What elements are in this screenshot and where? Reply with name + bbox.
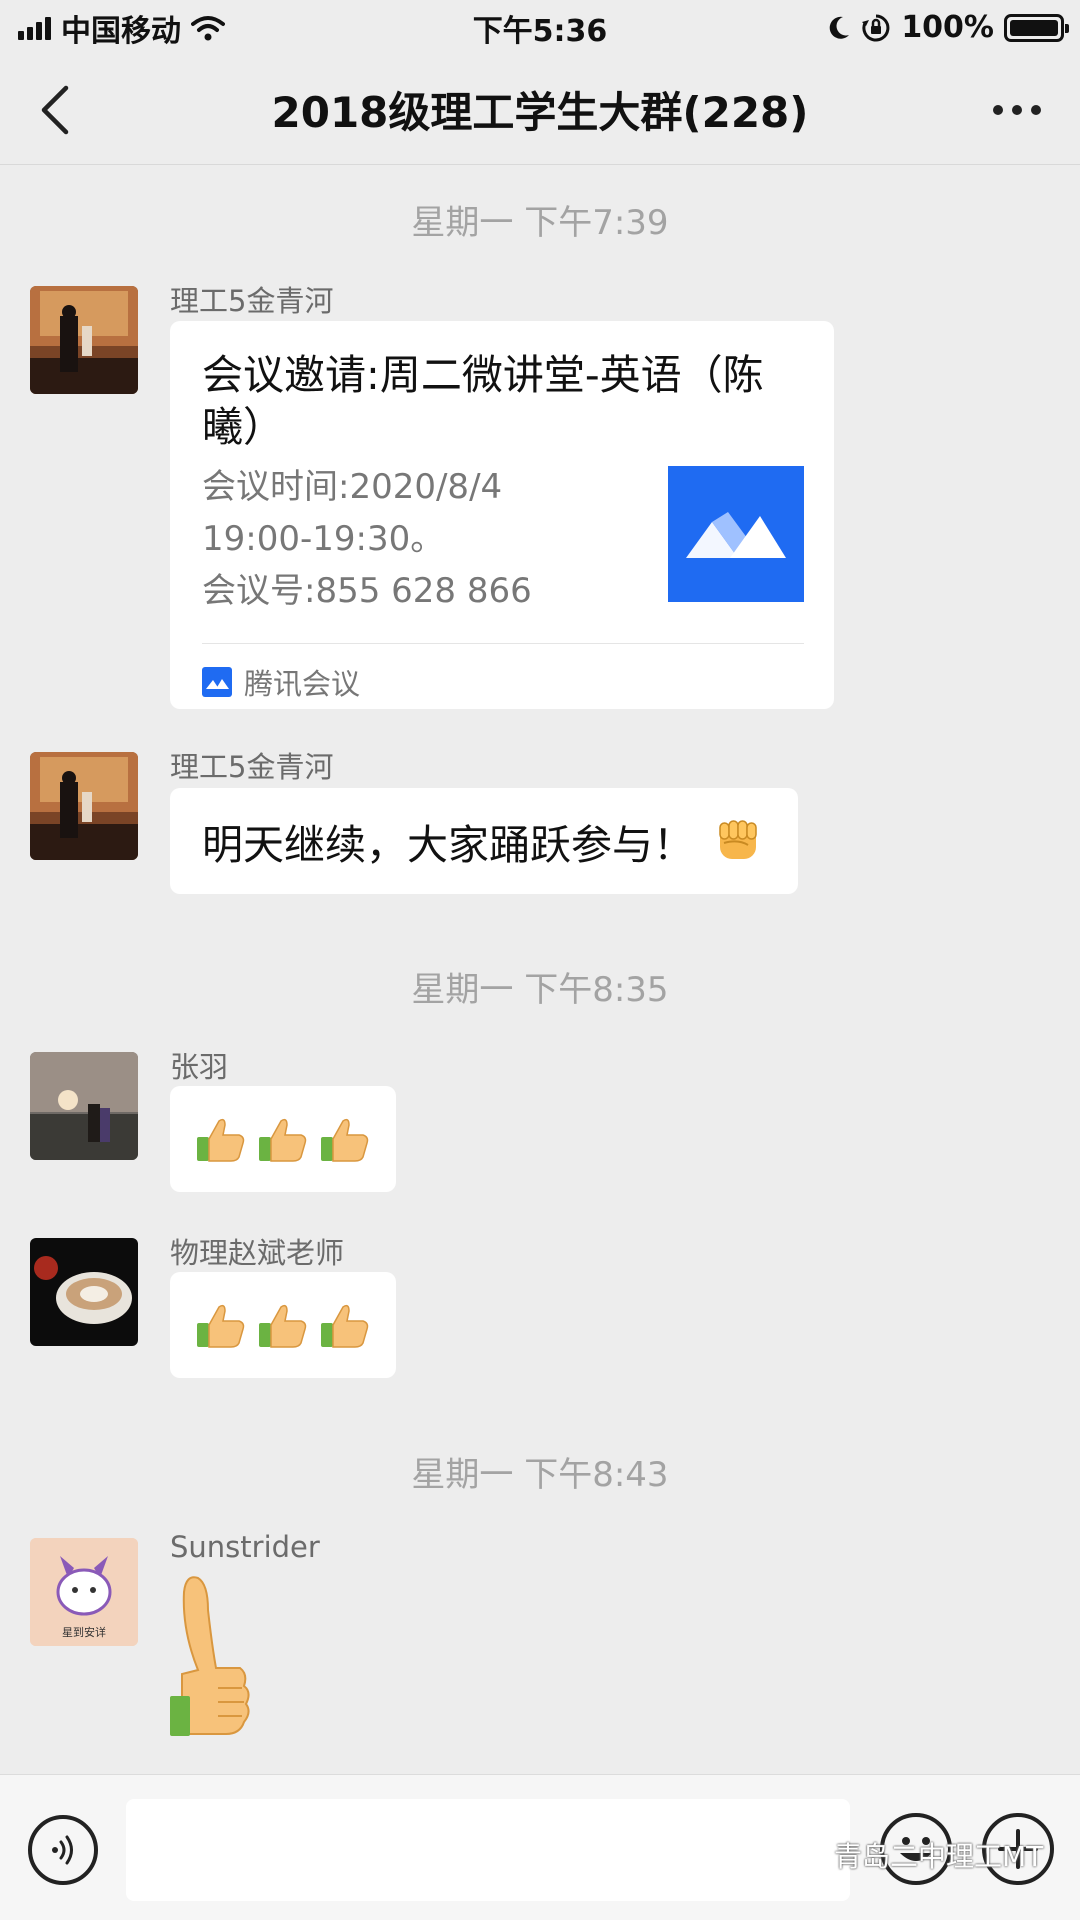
signal-icon — [18, 16, 51, 40]
sender-name: 物理赵斌老师 — [170, 1236, 345, 1270]
thumbs-up-emoji — [321, 1118, 369, 1162]
thumbs-up-emoji — [259, 1118, 307, 1162]
chat-header: 2018级理工学生大群(228) — [0, 55, 1080, 165]
meeting-hours: 19:00-19:30。 — [202, 519, 445, 559]
meeting-title: 会议邀请:周二微讲堂-英语（陈曦） — [202, 351, 764, 451]
timestamp: 星期一 下午7:39 — [411, 203, 669, 243]
tencent-meeting-icon — [202, 667, 232, 697]
card-divider — [202, 643, 804, 644]
meeting-id: 会议号:855 628 866 — [202, 571, 532, 611]
meeting-time: 会议时间:2020/8/4 — [202, 467, 503, 507]
back-button[interactable] — [28, 83, 82, 137]
chat-title: 2018级理工学生大群(228) — [271, 88, 809, 137]
thumbs-up-emoji — [197, 1304, 245, 1348]
sender-name: 理工5金青河 — [170, 284, 334, 318]
avatar[interactable] — [30, 752, 138, 860]
sender-name: 理工5金青河 — [170, 750, 334, 784]
voice-icon — [52, 1835, 73, 1865]
more-button[interactable] — [984, 85, 1050, 135]
moon-icon — [830, 16, 850, 39]
message-bubble[interactable]: 明天继续，大家踊跃参与！ — [170, 788, 798, 894]
sender-name: 张羽 — [170, 1050, 229, 1084]
card-source-label: 腾讯会议 — [244, 667, 361, 701]
rotation-lock-icon — [862, 14, 890, 41]
tencent-meeting-logo — [668, 466, 804, 602]
voice-button[interactable] — [28, 1815, 98, 1885]
avatar[interactable] — [30, 1238, 138, 1346]
carrier-label: 中国移动 — [61, 13, 181, 49]
wechat-icon — [792, 1840, 828, 1869]
more-dots-icon — [993, 105, 1041, 115]
avatar[interactable] — [30, 1052, 138, 1160]
battery-percent: 100% — [901, 10, 994, 45]
status-bar: 中国移动 下午5:36 100% — [0, 0, 1080, 55]
message-bubble[interactable] — [170, 1272, 396, 1378]
message-bubble[interactable] — [170, 1086, 396, 1192]
message-input[interactable] — [126, 1799, 850, 1901]
meeting-invite-card[interactable]: 会议邀请:周二微讲堂-英语（陈曦） 会议时间:2020/8/4 19:00-19… — [170, 321, 834, 709]
thumbs-up-emoji — [197, 1118, 245, 1162]
avatar-sticker-text: 星到安详 — [62, 1626, 106, 1639]
watermark-text: 青岛二中理工MT — [834, 1840, 1044, 1873]
avatar[interactable]: 星到安详 — [30, 1538, 138, 1646]
wifi-icon — [191, 15, 225, 40]
chevron-left-icon — [41, 85, 69, 135]
thumbs-up-emoji — [321, 1304, 369, 1348]
message-text: 明天继续，大家踊跃参与！ — [202, 821, 694, 869]
avatar[interactable] — [30, 286, 138, 394]
watermark: 青岛二中理工MT — [792, 1835, 1043, 1875]
input-bar: 青岛二中理工MT — [0, 1774, 1080, 1920]
sender-name: Sunstrider — [170, 1530, 320, 1564]
thumbs-up-emoji — [259, 1304, 307, 1348]
raised-fist-emoji — [719, 820, 757, 859]
timestamp: 星期一 下午8:43 — [411, 1455, 669, 1495]
thumbs-up-sticker[interactable] — [168, 1570, 258, 1738]
battery-icon — [1004, 13, 1069, 42]
timestamp: 星期一 下午8:35 — [411, 970, 669, 1010]
card-source: 腾讯会议 — [202, 661, 360, 703]
